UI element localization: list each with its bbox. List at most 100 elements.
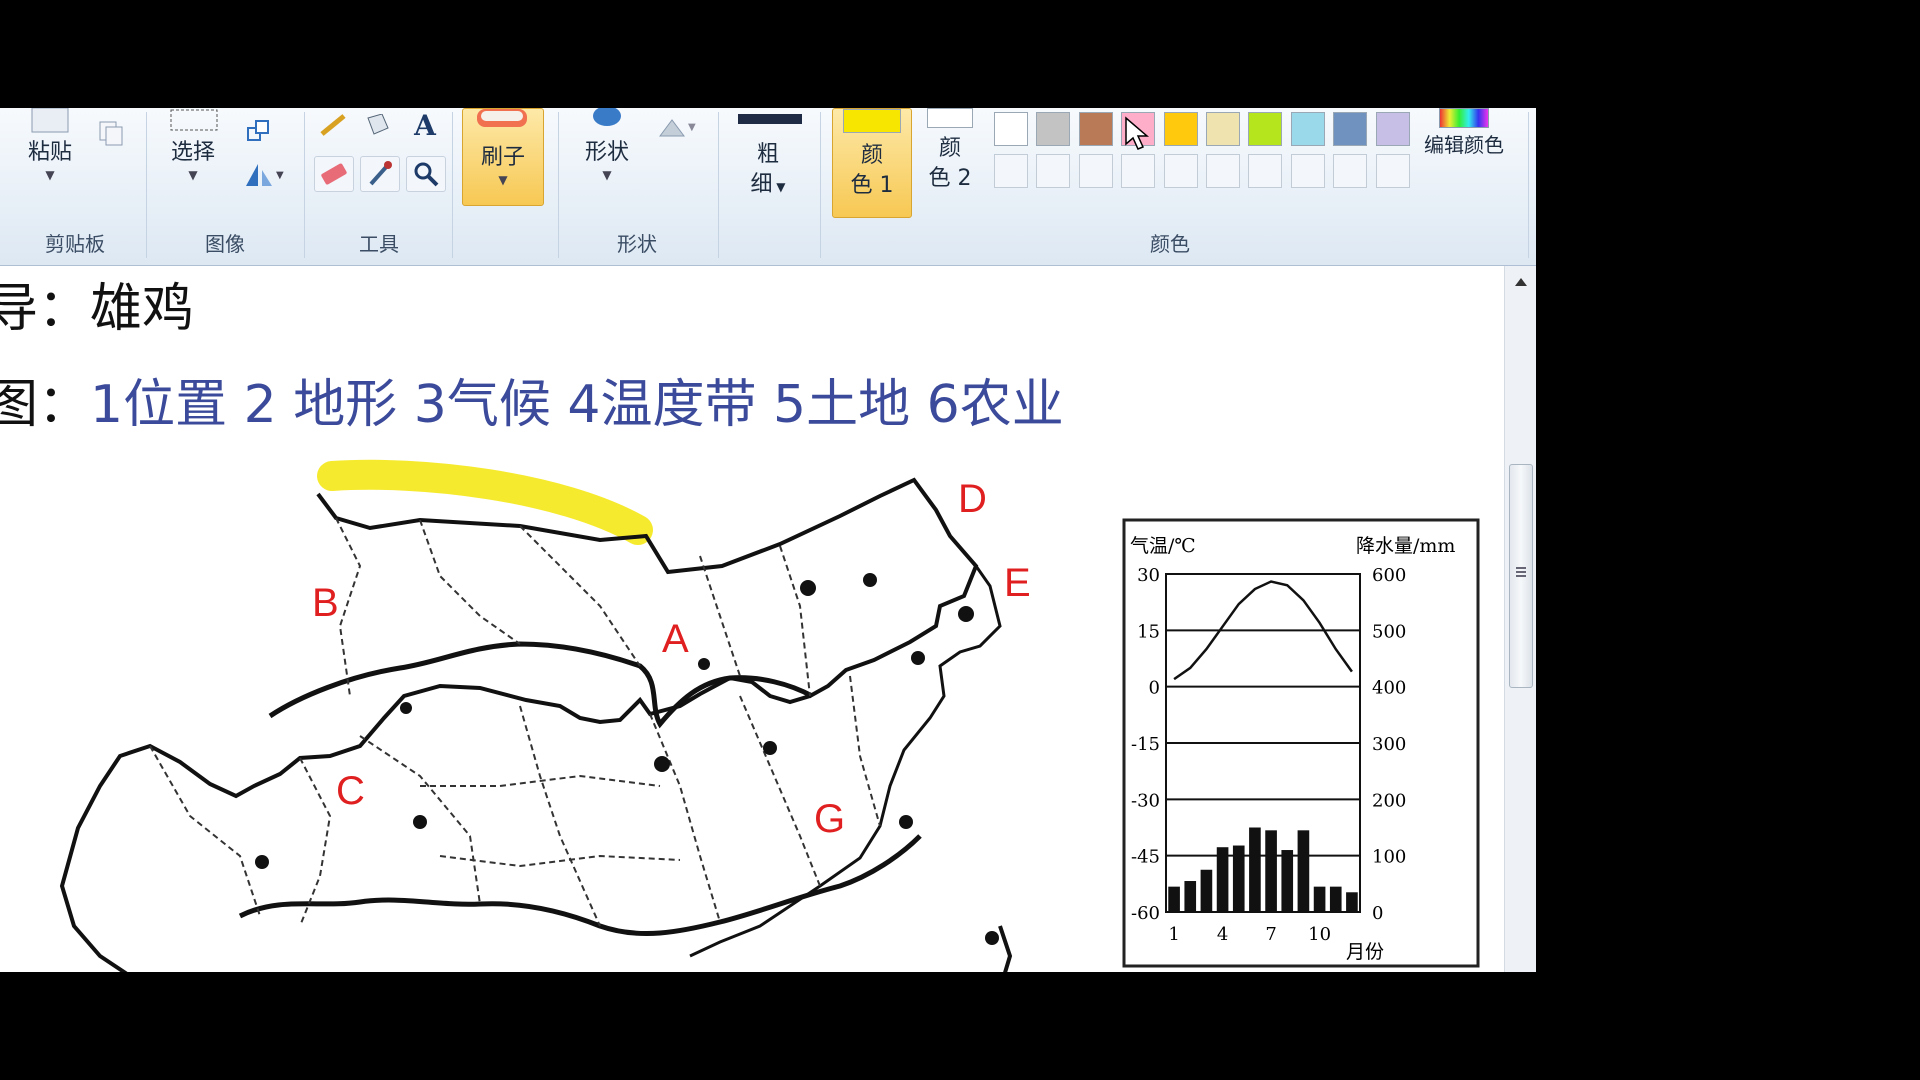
- palette-swatch[interactable]: [1078, 112, 1113, 146]
- select-button[interactable]: 选择 ▼: [160, 108, 226, 182]
- paint-bucket-icon: [367, 114, 389, 135]
- line-size-preview: [738, 114, 802, 124]
- precip-tick-label: 100: [1372, 847, 1406, 868]
- temp-tick-label: -30: [1131, 790, 1160, 811]
- size-button[interactable]: 粗 细 ▼: [736, 140, 800, 202]
- tools-group-label: 工具: [359, 232, 399, 256]
- paste-label: 粘贴: [27, 140, 72, 165]
- precip-bar: [1346, 892, 1358, 912]
- svg-text:▼: ▼: [276, 170, 284, 181]
- left-axis-title: 气温/℃: [1130, 535, 1196, 557]
- temp-tick-label: -45: [1131, 847, 1160, 868]
- color2-button[interactable]: 颜 色 2: [918, 108, 982, 194]
- resize-icon[interactable]: [244, 118, 272, 146]
- rotate-icon[interactable]: ▼: [242, 160, 288, 190]
- shape-fill-icon[interactable]: ▼: [654, 114, 702, 144]
- custom-color-slot[interactable]: [1121, 154, 1156, 188]
- precip-tick-label: 300: [1372, 734, 1406, 755]
- yellow-river: [268, 641, 814, 729]
- brush-icon: [477, 109, 527, 127]
- precip-bar: [1313, 886, 1326, 912]
- x-tick-label: 4: [1217, 924, 1228, 945]
- ribbon: 粘贴 ▼ 剪贴板 选择 ▼ ▼ 图像 A 工具 刷子 ▼ 形状 ▼ ▼ 形状 粗…: [0, 108, 1536, 266]
- palette-swatch[interactable]: [1036, 112, 1071, 146]
- right-axis-title: 降水量/mm: [1356, 535, 1455, 557]
- custom-color-slot[interactable]: [1248, 154, 1283, 188]
- highlight-stroke: [317, 459, 653, 545]
- fill-tool[interactable]: [358, 108, 396, 142]
- eraser-tool[interactable]: [314, 156, 354, 192]
- chevron-down-icon: ▼: [772, 180, 786, 194]
- text-tool[interactable]: A: [406, 108, 444, 142]
- palette-swatch[interactable]: [1333, 112, 1368, 146]
- coastline: [689, 565, 1002, 958]
- x-tick-label: 10: [1308, 924, 1331, 945]
- temp-tick-label: 30: [1137, 565, 1160, 586]
- precip-bar: [1168, 886, 1180, 912]
- copy-icon[interactable]: [96, 118, 126, 148]
- magnifier-tool[interactable]: [406, 156, 446, 192]
- shapes-group-label: 形状: [617, 232, 657, 256]
- brush-label: 刷子 ▼: [463, 143, 543, 187]
- precip-bar: [1216, 847, 1229, 912]
- custom-color-slot[interactable]: [994, 154, 1028, 188]
- chevron-down-icon: ▼: [602, 168, 612, 182]
- temp-tick-label: 15: [1137, 621, 1160, 642]
- drawing-canvas[interactable]: 导：雄鸡 图：1位置 2 地形 3气候 4温度带 5土地 6农业 A B C D…: [0, 266, 1504, 972]
- map-label-a: A: [662, 617, 689, 661]
- color1-button[interactable]: 颜 色 1: [832, 108, 912, 218]
- mouse-cursor-icon: [1125, 116, 1150, 150]
- palette-swatch[interactable]: [1206, 112, 1240, 146]
- china-map: A B C D E G: [59, 459, 1031, 972]
- vertical-scrollbar[interactable]: [1504, 266, 1536, 972]
- color-picker-tool[interactable]: [360, 156, 400, 192]
- custom-color-slot[interactable]: [1206, 154, 1240, 188]
- edit-colors-button[interactable]: 编辑颜色: [1414, 108, 1514, 160]
- precip-tick-label: 200: [1372, 790, 1406, 811]
- colors-group-label: 颜色: [1150, 232, 1190, 256]
- palette-swatch[interactable]: [1248, 112, 1283, 146]
- precip-tick-label: 600: [1372, 565, 1406, 586]
- x-tick-label: 7: [1265, 924, 1276, 945]
- shapes-button[interactable]: 形状 ▼: [572, 108, 642, 182]
- palette-swatch[interactable]: [1375, 112, 1410, 146]
- grip-icon: [1516, 567, 1526, 569]
- rainbow-icon: [1439, 108, 1489, 128]
- palette-swatch[interactable]: [1163, 112, 1198, 146]
- x-tick-label: 1: [1168, 924, 1179, 945]
- custom-color-slot[interactable]: [1290, 154, 1325, 188]
- precip-bar: [1200, 869, 1213, 912]
- chevron-down-icon: ▼: [188, 168, 198, 182]
- map-outline: [59, 477, 979, 972]
- paste-button[interactable]: 粘贴 ▼: [18, 108, 82, 182]
- temp-tick-label: -60: [1131, 903, 1160, 924]
- precip-bar: [1281, 850, 1294, 912]
- map-label-c: C: [336, 769, 365, 813]
- precip-tick-label: 400: [1372, 678, 1406, 699]
- clipboard-group-label: 剪贴板: [45, 232, 105, 256]
- precip-bar: [1265, 830, 1277, 912]
- precip-bar: [1329, 886, 1342, 912]
- scroll-up-icon[interactable]: [1513, 276, 1529, 288]
- separator: [820, 112, 821, 258]
- custom-color-slot[interactable]: [1375, 154, 1410, 188]
- scrollbar-thumb[interactable]: [1509, 464, 1533, 688]
- custom-color-slot[interactable]: [1036, 154, 1071, 188]
- temp-tick-label: -15: [1131, 734, 1160, 755]
- clipboard-icon: [31, 108, 69, 133]
- palette-swatch[interactable]: [994, 112, 1028, 146]
- palette-swatch[interactable]: [1290, 112, 1325, 146]
- pencil-tool[interactable]: [314, 108, 352, 142]
- eyedropper-icon: [369, 161, 392, 186]
- custom-color-slot[interactable]: [1078, 154, 1113, 188]
- city-dots: [255, 573, 999, 945]
- color2-swatch: [927, 108, 973, 128]
- brush-button[interactable]: 刷子 ▼: [462, 108, 544, 206]
- custom-color-slot[interactable]: [1163, 154, 1198, 188]
- shapes-icon: [593, 108, 621, 126]
- magnifier-icon: [414, 162, 439, 187]
- taiwan-outline: [998, 925, 1013, 972]
- custom-color-slot[interactable]: [1333, 154, 1368, 188]
- precip-tick-label: 0: [1372, 903, 1383, 924]
- paint-window: 粘贴 ▼ 剪贴板 选择 ▼ ▼ 图像 A 工具 刷子 ▼ 形状 ▼ ▼ 形状 粗…: [0, 108, 1536, 972]
